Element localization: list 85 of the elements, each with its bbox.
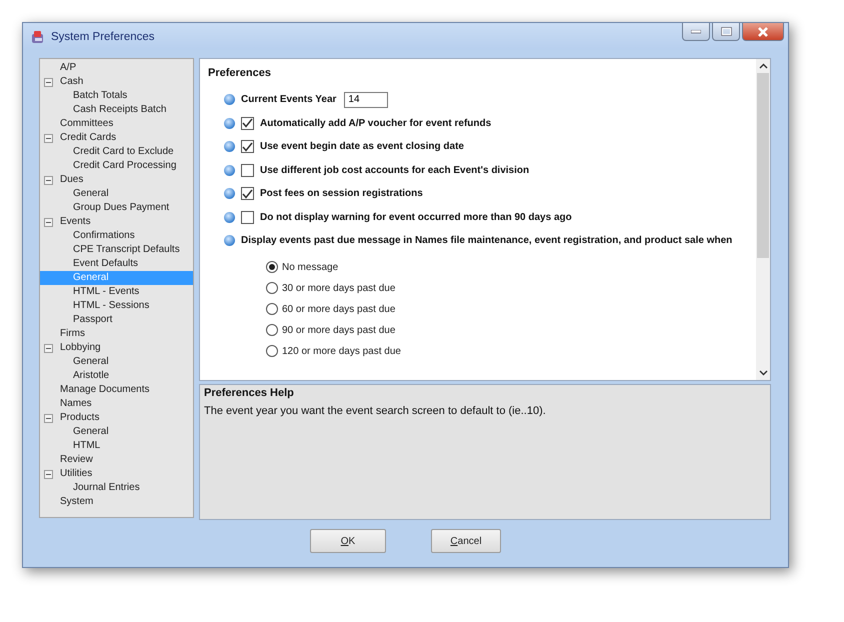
tree-item[interactable]: Event Defaults — [71, 257, 138, 271]
tree-item[interactable]: Review — [58, 453, 93, 467]
radio-button[interactable] — [266, 282, 278, 294]
help-title: Preferences Help — [204, 387, 295, 399]
window-title: System Preferences — [51, 30, 155, 42]
radio-button[interactable] — [266, 261, 278, 273]
collapse-icon[interactable] — [44, 470, 53, 478]
collapse-icon[interactable] — [44, 134, 53, 142]
tree-item[interactable]: General — [71, 425, 109, 439]
help-icon[interactable] — [224, 188, 235, 200]
tree-item[interactable]: HTML - Events — [71, 285, 140, 299]
radio-button[interactable] — [266, 324, 278, 336]
checkbox[interactable] — [241, 140, 254, 154]
field-label: Current Events Year — [241, 94, 336, 106]
tree-item[interactable]: Cash Receipts Batch — [71, 103, 166, 117]
app-icon — [31, 30, 45, 44]
help-text: The event year you want the event search screen to default to (ie..10). — [204, 405, 547, 417]
help-icon[interactable] — [224, 164, 235, 176]
radio-button[interactable] — [266, 345, 278, 357]
collapse-icon[interactable] — [44, 78, 53, 86]
tree-item[interactable]: Group Dues Payment — [71, 201, 170, 215]
tree-item[interactable]: Passport — [71, 313, 112, 327]
radio-label: No message — [282, 262, 338, 272]
scroll-thumb[interactable] — [757, 73, 769, 258]
tree-item[interactable]: Firms — [58, 327, 85, 341]
tree-item[interactable]: General — [71, 187, 109, 201]
tree-item[interactable]: System — [58, 495, 94, 509]
tree-item[interactable]: Products — [58, 411, 100, 425]
collapse-icon[interactable] — [44, 344, 53, 352]
tree-item[interactable]: Confirmations — [71, 229, 135, 243]
collapse-icon[interactable] — [44, 176, 53, 184]
checkbox-label: Do not display warning for event occurred more than 90 days ago — [260, 212, 572, 223]
tree-item[interactable]: HTML - Sessions — [71, 299, 150, 313]
tree-item[interactable]: Utilities — [58, 467, 92, 481]
checkbox[interactable] — [241, 210, 254, 224]
tree-item[interactable]: General — [71, 355, 109, 369]
help-icon[interactable] — [224, 212, 235, 223]
option-label: Display events past due message in Names file maintenance, event registration, and product sale when — [241, 235, 732, 246]
checkbox-label: Automatically add A/P voucher for event refunds — [260, 118, 492, 129]
tree-item[interactable]: A/P — [58, 61, 76, 75]
tree-item[interactable]: Credit Card Processing — [71, 159, 176, 173]
cancel-button[interactable]: Cancel — [431, 529, 501, 553]
scrollbar[interactable] — [756, 59, 770, 380]
ok-button[interactable]: OK — [310, 529, 386, 553]
tree-item[interactable]: Manage Documents — [58, 383, 150, 397]
radio-label: 90 or more days past due — [282, 324, 396, 336]
checkbox[interactable] — [241, 187, 254, 200]
checkbox-label: Use event begin date as event closing date — [260, 141, 464, 152]
year-field[interactable]: 14 — [344, 92, 388, 108]
tree-item[interactable]: Journal Entries — [71, 481, 140, 495]
checkbox-label: Use different job cost accounts for each Event's division — [260, 164, 530, 176]
tree-item[interactable]: Batch Totals — [71, 89, 128, 103]
help-icon[interactable] — [224, 94, 235, 106]
maximize-icon — [720, 27, 732, 36]
tree-item[interactable]: Credit Cards — [58, 131, 116, 145]
radio-button[interactable] — [266, 303, 278, 315]
minimize-button[interactable] — [682, 23, 710, 41]
help-icon[interactable] — [224, 235, 235, 246]
help-icon[interactable] — [224, 141, 235, 152]
tree-item[interactable]: Aristotle — [71, 369, 110, 383]
tree-item[interactable]: HTML — [71, 439, 100, 453]
tree-item[interactable]: Events — [58, 215, 91, 229]
tree-item[interactable]: Committees — [58, 117, 114, 131]
radio-label: 30 or more days past due — [282, 282, 396, 294]
maximize-button[interactable] — [712, 23, 740, 41]
minimize-icon — [691, 30, 701, 34]
tree-item[interactable]: CPE Transcript Defaults — [71, 243, 180, 257]
radio-label: 120 or more days past due — [282, 346, 401, 356]
close-button[interactable] — [742, 23, 784, 41]
close-icon — [757, 26, 769, 36]
tree-item[interactable]: Dues — [58, 173, 84, 187]
tree-item[interactable]: Cash — [58, 75, 84, 89]
tree-item[interactable]: Credit Card to Exclude — [71, 145, 174, 159]
section-title: Preferences — [208, 67, 272, 79]
tree-item[interactable]: Names — [58, 397, 92, 411]
radio-label: 60 or more days past due — [282, 304, 396, 314]
tree-item[interactable]: Lobbying — [58, 341, 101, 355]
scroll-down-icon[interactable] — [758, 370, 768, 376]
help-icon[interactable] — [224, 118, 235, 129]
collapse-icon[interactable] — [44, 414, 53, 422]
scroll-up-icon[interactable] — [758, 63, 768, 69]
checkbox[interactable] — [241, 116, 254, 130]
checkbox[interactable] — [241, 164, 254, 177]
collapse-icon[interactable] — [44, 218, 53, 226]
checkbox-label: Post fees on session registrations — [260, 188, 423, 200]
